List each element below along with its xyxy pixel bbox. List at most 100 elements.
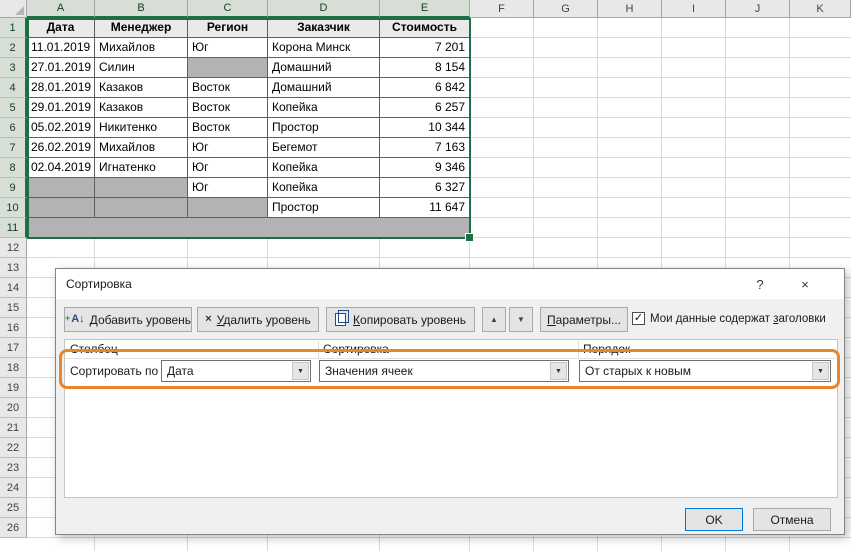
column-header-E[interactable]: E: [380, 0, 470, 18]
column-header-A[interactable]: A: [27, 0, 95, 18]
row-header-4[interactable]: 4: [0, 78, 27, 98]
row-header-26[interactable]: 26: [0, 518, 27, 538]
row-header-11[interactable]: 11: [0, 218, 27, 238]
row-header-17[interactable]: 17: [0, 338, 27, 358]
grid-cell[interactable]: [268, 218, 380, 238]
grid-cell[interactable]: [380, 218, 470, 238]
copy-level-button[interactable]: Копировать уровень: [326, 307, 475, 332]
grid-cell[interactable]: Копейка: [268, 158, 380, 178]
grid-cell[interactable]: Силин: [95, 58, 188, 78]
delete-level-button[interactable]: × Удалить уровень: [197, 307, 319, 332]
grid-cell[interactable]: Дата: [27, 18, 95, 38]
row-header-6[interactable]: 6: [0, 118, 27, 138]
sort-on-combo-arrow[interactable]: ▼: [550, 362, 567, 380]
column-header-J[interactable]: J: [726, 0, 790, 18]
grid-cell[interactable]: 7 163: [380, 138, 470, 158]
select-all-corner[interactable]: [0, 0, 27, 18]
headers-checkbox[interactable]: ✓ Мои данные содержат заголовки: [632, 312, 826, 325]
row-header-3[interactable]: 3: [0, 58, 27, 78]
grid-cell[interactable]: 7 201: [380, 38, 470, 58]
column-header-K[interactable]: K: [790, 0, 851, 18]
row-header-21[interactable]: 21: [0, 418, 27, 438]
move-down-button[interactable]: ▼: [509, 307, 533, 332]
row-header-23[interactable]: 23: [0, 458, 27, 478]
help-button[interactable]: ?: [745, 269, 775, 299]
grid-cell[interactable]: Юг: [188, 138, 268, 158]
grid-cell[interactable]: Восток: [188, 78, 268, 98]
row-header-16[interactable]: 16: [0, 318, 27, 338]
grid-cell[interactable]: Бегемот: [268, 138, 380, 158]
row-header-2[interactable]: 2: [0, 38, 27, 58]
grid-cell[interactable]: [188, 58, 268, 78]
grid-cell[interactable]: Корона Минск: [268, 38, 380, 58]
grid-cell[interactable]: Копейка: [268, 178, 380, 198]
grid-cell[interactable]: 6 842: [380, 78, 470, 98]
grid-cell[interactable]: Домашний: [268, 58, 380, 78]
move-up-button[interactable]: ▲: [482, 307, 506, 332]
grid-cell[interactable]: 9 346: [380, 158, 470, 178]
grid-cell[interactable]: [188, 198, 268, 218]
grid-cell[interactable]: [95, 178, 188, 198]
column-header-H[interactable]: H: [598, 0, 662, 18]
grid-cell[interactable]: Простор: [268, 118, 380, 138]
grid-cell[interactable]: 11 647: [380, 198, 470, 218]
grid-cell[interactable]: Стоимость: [380, 18, 470, 38]
grid-cell[interactable]: [27, 178, 95, 198]
grid-cell[interactable]: 26.02.2019: [27, 138, 95, 158]
grid-cell[interactable]: Михайлов: [95, 138, 188, 158]
ok-button[interactable]: OK: [685, 508, 743, 531]
cancel-button[interactable]: Отмена: [753, 508, 831, 531]
row-header-18[interactable]: 18: [0, 358, 27, 378]
grid-cell[interactable]: Менеджер: [95, 18, 188, 38]
dialog-titlebar[interactable]: Сортировка ? ×: [56, 269, 844, 299]
grid-cell[interactable]: Простор: [268, 198, 380, 218]
grid-cell[interactable]: Казаков: [95, 98, 188, 118]
row-header-20[interactable]: 20: [0, 398, 27, 418]
grid-cell[interactable]: Юг: [188, 178, 268, 198]
grid-cell[interactable]: [95, 218, 188, 238]
grid-cell[interactable]: Регион: [188, 18, 268, 38]
grid-cell[interactable]: Михайлов: [95, 38, 188, 58]
column-header-B[interactable]: B: [95, 0, 188, 18]
grid-cell[interactable]: 6 257: [380, 98, 470, 118]
column-combo[interactable]: Дата ▼: [161, 360, 311, 382]
grid-cell[interactable]: 02.04.2019: [27, 158, 95, 178]
row-header-13[interactable]: 13: [0, 258, 27, 278]
add-level-button[interactable]: A↓ Добавить уровень: [64, 307, 192, 332]
grid-cell[interactable]: 05.02.2019: [27, 118, 95, 138]
column-header-C[interactable]: C: [188, 0, 268, 18]
column-header-I[interactable]: I: [662, 0, 726, 18]
grid-cell[interactable]: Казаков: [95, 78, 188, 98]
row-header-8[interactable]: 8: [0, 158, 27, 178]
row-header-22[interactable]: 22: [0, 438, 27, 458]
row-header-12[interactable]: 12: [0, 238, 27, 258]
column-header-G[interactable]: G: [534, 0, 598, 18]
order-combo-arrow[interactable]: ▼: [812, 362, 829, 380]
grid-cell[interactable]: [188, 218, 268, 238]
column-header-D[interactable]: D: [268, 0, 380, 18]
options-button[interactable]: Параметры...: [540, 307, 628, 332]
row-header-5[interactable]: 5: [0, 98, 27, 118]
grid-cell[interactable]: [27, 218, 95, 238]
grid-cell[interactable]: Восток: [188, 118, 268, 138]
row-header-25[interactable]: 25: [0, 498, 27, 518]
grid-cell[interactable]: Заказчик: [268, 18, 380, 38]
grid-cell[interactable]: Никитенко: [95, 118, 188, 138]
grid-cell[interactable]: Юг: [188, 158, 268, 178]
column-header-F[interactable]: F: [470, 0, 534, 18]
fill-handle[interactable]: [465, 233, 474, 242]
column-combo-arrow[interactable]: ▼: [292, 362, 309, 380]
grid-cell[interactable]: Копейка: [268, 98, 380, 118]
grid-cell[interactable]: [27, 198, 95, 218]
row-header-7[interactable]: 7: [0, 138, 27, 158]
grid-cell[interactable]: [95, 198, 188, 218]
grid-cell[interactable]: Восток: [188, 98, 268, 118]
row-header-19[interactable]: 19: [0, 378, 27, 398]
grid-cell[interactable]: 29.01.2019: [27, 98, 95, 118]
grid-cell[interactable]: 11.01.2019: [27, 38, 95, 58]
order-combo[interactable]: От старых к новым ▼: [579, 360, 831, 382]
close-button[interactable]: ×: [790, 269, 820, 299]
headers-checkbox-box[interactable]: ✓: [632, 312, 645, 325]
grid-cell[interactable]: 10 344: [380, 118, 470, 138]
grid-cell[interactable]: 28.01.2019: [27, 78, 95, 98]
